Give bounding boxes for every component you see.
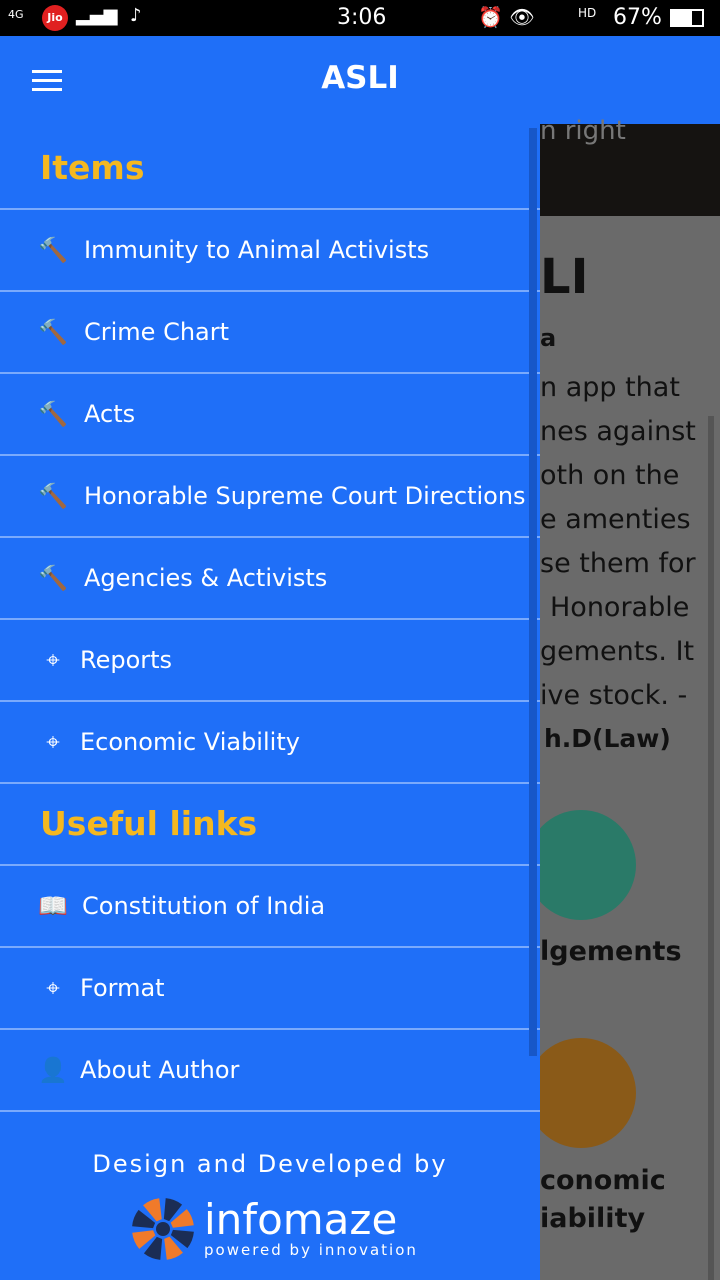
paragraph-line: nes against (540, 416, 696, 447)
item-label: Economic Viability (80, 728, 300, 756)
gavel-icon: 🔨 (38, 318, 68, 346)
item-label: Immunity to Animal Activists (84, 236, 430, 264)
link-about-author[interactable]: 👤 About Author (0, 1030, 540, 1112)
judgements-icon[interactable] (526, 810, 636, 920)
book-icon: 📖 (38, 892, 68, 920)
item-label: Constitution of India (82, 892, 326, 920)
battery-icon (670, 9, 704, 27)
crosshairs-icon: ⌖ (46, 728, 60, 756)
menu-item-immunity[interactable]: 🔨 Immunity to Animal Activists (0, 210, 540, 292)
item-label: Crime Chart (84, 318, 230, 346)
music-icon: ♪ (130, 5, 142, 26)
carrier-icon: Jio (42, 5, 68, 31)
paragraph-line: se them for (540, 548, 696, 579)
useful-links-header: Useful links (0, 784, 540, 866)
page-heading: LI (540, 249, 589, 305)
menu-item-agencies[interactable]: 🔨 Agencies & Activists (0, 538, 540, 620)
brand-name: infomaze (204, 1195, 398, 1244)
item-label: Agencies & Activists (84, 564, 328, 592)
drawer-scrollbar[interactable] (529, 128, 537, 1056)
network-type: 4G (8, 8, 24, 21)
app-bar: ASLI (0, 36, 720, 124)
viability-label[interactable]: iability (540, 1203, 645, 1234)
menu-item-court-directions[interactable]: 🔨 Honorable Supreme Court Directions (0, 456, 540, 538)
page-scrollbar[interactable] (708, 416, 714, 1280)
banner-text: n right (540, 116, 626, 146)
link-constitution[interactable]: 📖 Constitution of India (0, 866, 540, 948)
money-bag-icon[interactable] (526, 1038, 636, 1148)
items-header: Items (0, 124, 540, 210)
author-text: h.D(Law) (544, 724, 671, 753)
background-page: n right LI a n app that nes against oth … (526, 116, 720, 1280)
item-label: Acts (84, 400, 136, 428)
item-label: Reports (80, 646, 173, 674)
brand-tagline: powered by innovation (204, 1241, 418, 1259)
item-label: Format (80, 974, 165, 1002)
gavel-icon: 🔨 (38, 564, 68, 592)
item-label: About Author (80, 1056, 240, 1084)
alarm-icon: ⏰ 👁 (478, 5, 535, 29)
paragraph-line: Honorable (550, 592, 690, 623)
gavel-icon: 🔨 (38, 236, 68, 264)
page-subheading: a (540, 324, 557, 352)
hd-call-icon: HD (578, 6, 597, 20)
crosshairs-icon: ⌖ (46, 646, 60, 674)
banner-image: n right (540, 116, 720, 216)
paragraph-line: oth on the (540, 460, 680, 491)
clock: 3:06 (337, 5, 387, 30)
navigation-drawer: Items 🔨 Immunity to Animal Activists 🔨 Cri… (0, 124, 540, 1280)
menu-item-reports[interactable]: ⌖ Reports (0, 620, 540, 702)
judgements-label[interactable]: lgements (540, 936, 682, 967)
user-icon: 👤 (38, 1056, 68, 1084)
item-label: Honorable Supreme Court Directions (84, 482, 526, 510)
status-bar: 4G Jio ▂▄▆ ♪ 3:06 ⏰ 👁 HD 67% (0, 0, 720, 36)
battery-percent: 67% (613, 5, 662, 30)
footer-credit: Design and Developed by (92, 1150, 448, 1178)
link-format[interactable]: ⌖ Format (0, 948, 540, 1030)
paragraph-line: e amenties (540, 504, 691, 535)
paragraph-line: n app that (540, 372, 680, 403)
menu-item-acts[interactable]: 🔨 Acts (0, 374, 540, 456)
economic-label[interactable]: conomic (540, 1165, 666, 1196)
paragraph-line: gements. It (540, 636, 695, 667)
signal-icon: ▂▄▆ (76, 5, 118, 26)
gavel-icon: 🔨 (38, 400, 68, 428)
infomaze-logo-mark (132, 1198, 194, 1260)
menu-item-economic-viability[interactable]: ⌖ Economic Viability (0, 702, 540, 784)
crosshairs-icon: ⌖ (46, 974, 60, 1002)
paragraph-line: ive stock. - (540, 680, 688, 711)
gavel-icon: 🔨 (38, 482, 68, 510)
menu-item-crime-chart[interactable]: 🔨 Crime Chart (0, 292, 540, 374)
app-title: ASLI (321, 60, 399, 96)
infomaze-logo: infomaze powered by innovation (130, 1196, 418, 1262)
